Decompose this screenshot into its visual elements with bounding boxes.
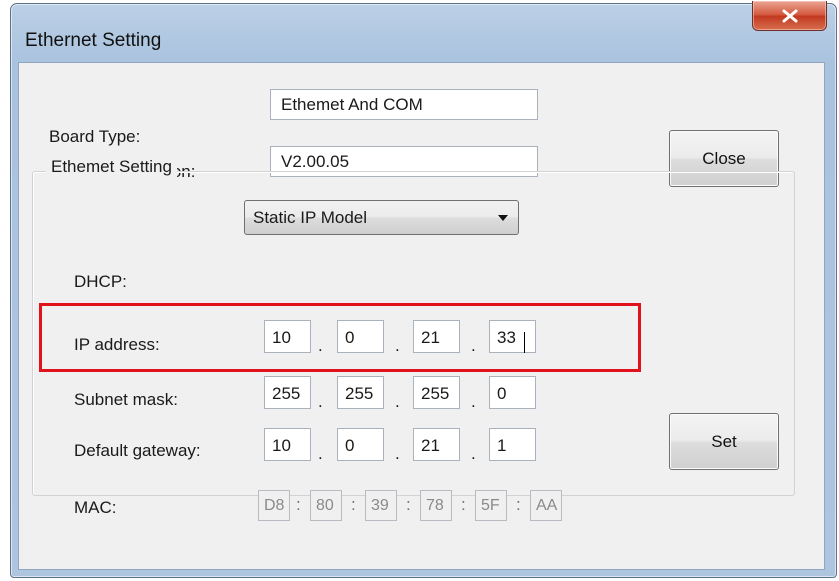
- mac-octet-1: D8: [258, 490, 290, 521]
- mac-separator: :: [406, 495, 411, 514]
- gateway-octet-2[interactable]: 0: [337, 428, 384, 461]
- subnet-separator: .: [318, 392, 323, 411]
- board-type-field[interactable]: Ethemet And COM: [270, 89, 538, 120]
- board-type-label: Board Type:: [49, 127, 141, 146]
- mac-label: MAC:: [74, 498, 117, 517]
- mac-octet-5: 5F: [475, 490, 507, 521]
- gateway-octet-3[interactable]: 21: [413, 428, 460, 461]
- default-gateway-label: Default gateway:: [74, 441, 201, 460]
- gateway-separator: .: [318, 444, 323, 463]
- mac-octet-6: AA: [530, 490, 562, 521]
- gateway-separator: .: [471, 444, 476, 463]
- close-icon: [782, 9, 797, 22]
- mac-separator: :: [516, 495, 521, 514]
- subnet-separator: .: [395, 392, 400, 411]
- mac-separator: :: [296, 495, 301, 514]
- dhcp-select[interactable]: Static IP Model: [244, 200, 519, 235]
- mac-separator: :: [351, 495, 356, 514]
- chevron-down-icon: [498, 215, 508, 221]
- subnet-octet-3[interactable]: 255: [413, 376, 460, 409]
- subnet-octet-4[interactable]: 0: [489, 376, 536, 409]
- gateway-octet-4[interactable]: 1: [489, 428, 536, 461]
- subnet-separator: .: [471, 392, 476, 411]
- window-close-button[interactable]: [752, 1, 827, 31]
- set-button[interactable]: Set: [669, 413, 779, 470]
- subnet-octet-2[interactable]: 255: [337, 376, 384, 409]
- ip-address-highlight-box: [39, 303, 641, 372]
- window-title: Ethernet Setting: [25, 30, 162, 51]
- dhcp-label: DHCP:: [74, 272, 127, 291]
- subnet-mask-label: Subnet mask:: [74, 390, 178, 409]
- subnet-octet-1[interactable]: 255: [264, 376, 311, 409]
- mac-octet-2: 80: [310, 490, 342, 521]
- ethernet-setting-group-title: Ethemet Setting: [46, 157, 177, 177]
- gateway-separator: .: [395, 444, 400, 463]
- mac-octet-3: 39: [365, 490, 397, 521]
- gateway-octet-1[interactable]: 10: [264, 428, 311, 461]
- dhcp-select-value: Static IP Model: [253, 208, 368, 227]
- mac-octet-4: 78: [420, 490, 452, 521]
- mac-separator: :: [461, 495, 466, 514]
